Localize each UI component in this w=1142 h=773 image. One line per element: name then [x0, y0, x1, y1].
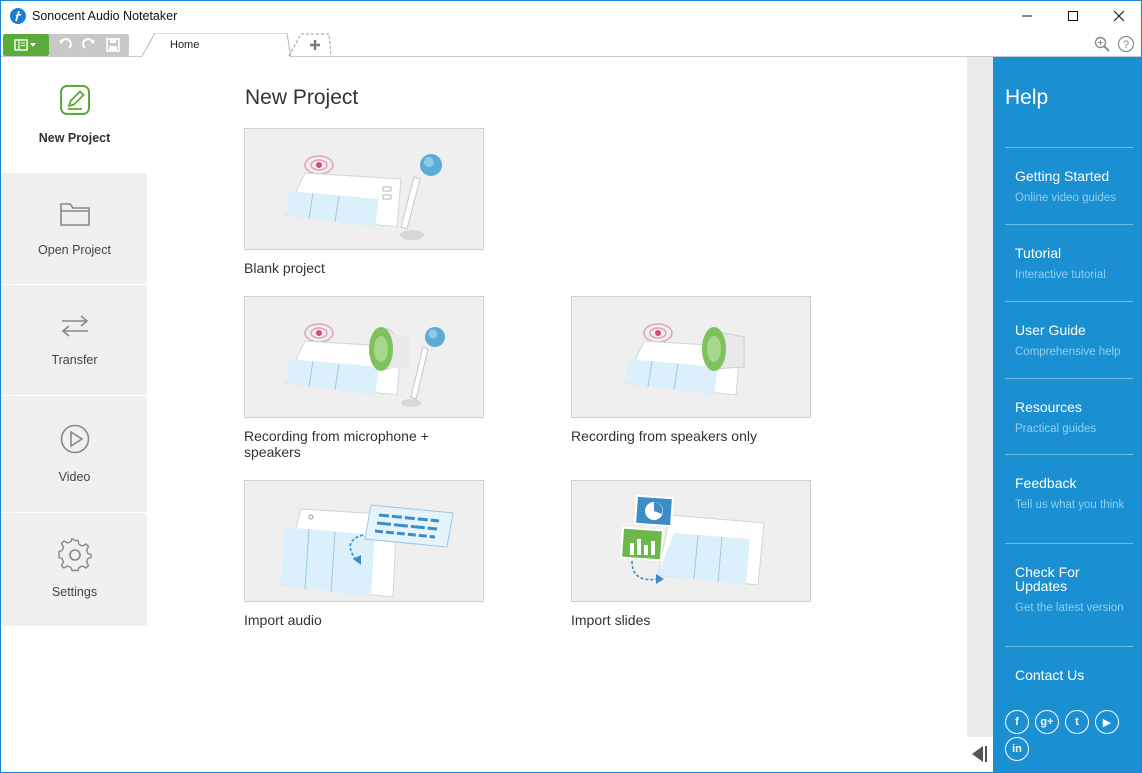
- nav-item-transfer[interactable]: Transfer: [2, 285, 147, 396]
- help-item-subtitle: Tell us what you think: [1015, 499, 1125, 511]
- quick-tools: [49, 34, 129, 56]
- help-item-subtitle: Interactive tutorial: [1015, 269, 1106, 281]
- help-item-title: Tutorial: [1015, 245, 1062, 261]
- help-item-user-guide[interactable]: User Guide Comprehensive help: [1005, 301, 1133, 378]
- nav-label-open-project: Open Project: [38, 243, 111, 257]
- help-item-contact-us[interactable]: Contact Us: [1005, 646, 1133, 694]
- page-title: New Project: [245, 86, 359, 109]
- gear-icon: [58, 538, 92, 572]
- help-question-icon[interactable]: ?: [1117, 35, 1135, 53]
- help-item-subtitle: Practical guides: [1015, 423, 1097, 435]
- blank-project-illustration: [284, 154, 442, 240]
- nav-item-open-project[interactable]: Open Project: [2, 173, 147, 285]
- facebook-icon[interactable]: f: [1005, 710, 1029, 734]
- help-item-title: User Guide: [1015, 322, 1086, 338]
- left-navigation: New Project Open Project Transfer Video: [2, 57, 147, 627]
- card-import-slides[interactable]: [571, 480, 811, 602]
- new-tab-button[interactable]: [287, 33, 333, 57]
- card-blank-project[interactable]: [244, 128, 484, 250]
- help-item-feedback[interactable]: Feedback Tell us what you think: [1005, 454, 1133, 543]
- help-panel: Help Getting Started Online video guides…: [993, 57, 1141, 772]
- app-window: Sonocent Audio Notetaker Home ? New Proj…: [0, 0, 1142, 773]
- youtube-icon[interactable]: ▶: [1095, 710, 1119, 734]
- help-item-title: Contact Us: [1015, 667, 1085, 683]
- app-logo-icon: [10, 8, 26, 24]
- nav-label-new-project: New Project: [38, 131, 111, 145]
- nav-item-video[interactable]: Video: [2, 396, 147, 513]
- card-import-audio[interactable]: [244, 480, 484, 602]
- nav-item-new-project[interactable]: New Project: [2, 57, 147, 173]
- help-item-check-for-updates[interactable]: Check For Updates Get the latest version: [1005, 543, 1133, 646]
- collapse-arrow-icon: [972, 746, 987, 762]
- card-label-import-audio: Import audio: [244, 612, 322, 628]
- nav-label-settings: Settings: [51, 585, 98, 599]
- svg-text:?: ?: [1123, 39, 1129, 51]
- close-button[interactable]: [1096, 1, 1141, 31]
- tab-home[interactable]: Home: [141, 33, 291, 58]
- card-label-mic-and-speakers: Recording from microphone + speakers: [244, 428, 429, 460]
- main-menu-button[interactable]: [3, 34, 49, 56]
- undo-icon[interactable]: [57, 37, 73, 53]
- zoom-search-icon[interactable]: [1093, 35, 1111, 53]
- card-speakers-only[interactable]: [571, 296, 811, 418]
- twitter-icon[interactable]: t: [1065, 710, 1089, 734]
- vertical-scrollbar[interactable]: [967, 57, 993, 737]
- card-label-import-slides: Import slides: [571, 612, 651, 628]
- title-bar: Sonocent Audio Notetaker: [1, 1, 1141, 31]
- help-item-tutorial[interactable]: Tutorial Interactive tutorial: [1005, 224, 1133, 301]
- help-panel-title: Help: [1005, 86, 1049, 109]
- help-item-subtitle: Online video guides: [1015, 192, 1117, 204]
- help-item-subtitle: Get the latest version: [1015, 602, 1124, 614]
- play-circle-icon: [60, 424, 90, 454]
- help-item-title: Feedback: [1015, 475, 1077, 491]
- transfer-arrows-icon: [61, 315, 89, 337]
- tab-strip: Home ?: [1, 31, 1141, 58]
- nav-label-video: Video: [58, 470, 91, 484]
- help-item-getting-started[interactable]: Getting Started Online video guides: [1005, 147, 1133, 224]
- save-icon[interactable]: [105, 37, 121, 53]
- google-plus-icon[interactable]: g+: [1035, 710, 1059, 734]
- nav-label-transfer: Transfer: [51, 353, 98, 367]
- help-item-title: Resources: [1015, 399, 1082, 415]
- redo-icon[interactable]: [81, 37, 97, 53]
- tab-home-label: Home: [170, 39, 200, 51]
- window-title: Sonocent Audio Notetaker: [32, 9, 178, 23]
- help-item-title: Getting Started: [1015, 168, 1110, 184]
- mic-speakers-illustration: [284, 323, 445, 407]
- minimize-button[interactable]: [1004, 1, 1050, 31]
- folder-icon: [60, 203, 90, 226]
- menu-icon: [14, 39, 36, 51]
- card-label-blank-project: Blank project: [244, 260, 325, 276]
- maximize-button[interactable]: [1050, 1, 1096, 31]
- help-item-subtitle: Comprehensive help: [1015, 346, 1121, 358]
- import-audio-illustration: [280, 504, 454, 598]
- speakers-only-illustration: [623, 323, 745, 396]
- import-slides-illustration: [619, 494, 765, 586]
- help-item-resources[interactable]: Resources Practical guides: [1005, 378, 1133, 454]
- collapse-help-panel-button[interactable]: [969, 744, 989, 764]
- card-label-speakers-only: Recording from speakers only: [571, 428, 757, 444]
- pencil-square-icon: [60, 85, 90, 115]
- help-item-title: Check For Updates: [1015, 564, 1080, 594]
- nav-item-settings[interactable]: Settings: [2, 513, 147, 627]
- linkedin-icon[interactable]: in: [1005, 737, 1029, 761]
- card-mic-and-speakers[interactable]: [244, 296, 484, 418]
